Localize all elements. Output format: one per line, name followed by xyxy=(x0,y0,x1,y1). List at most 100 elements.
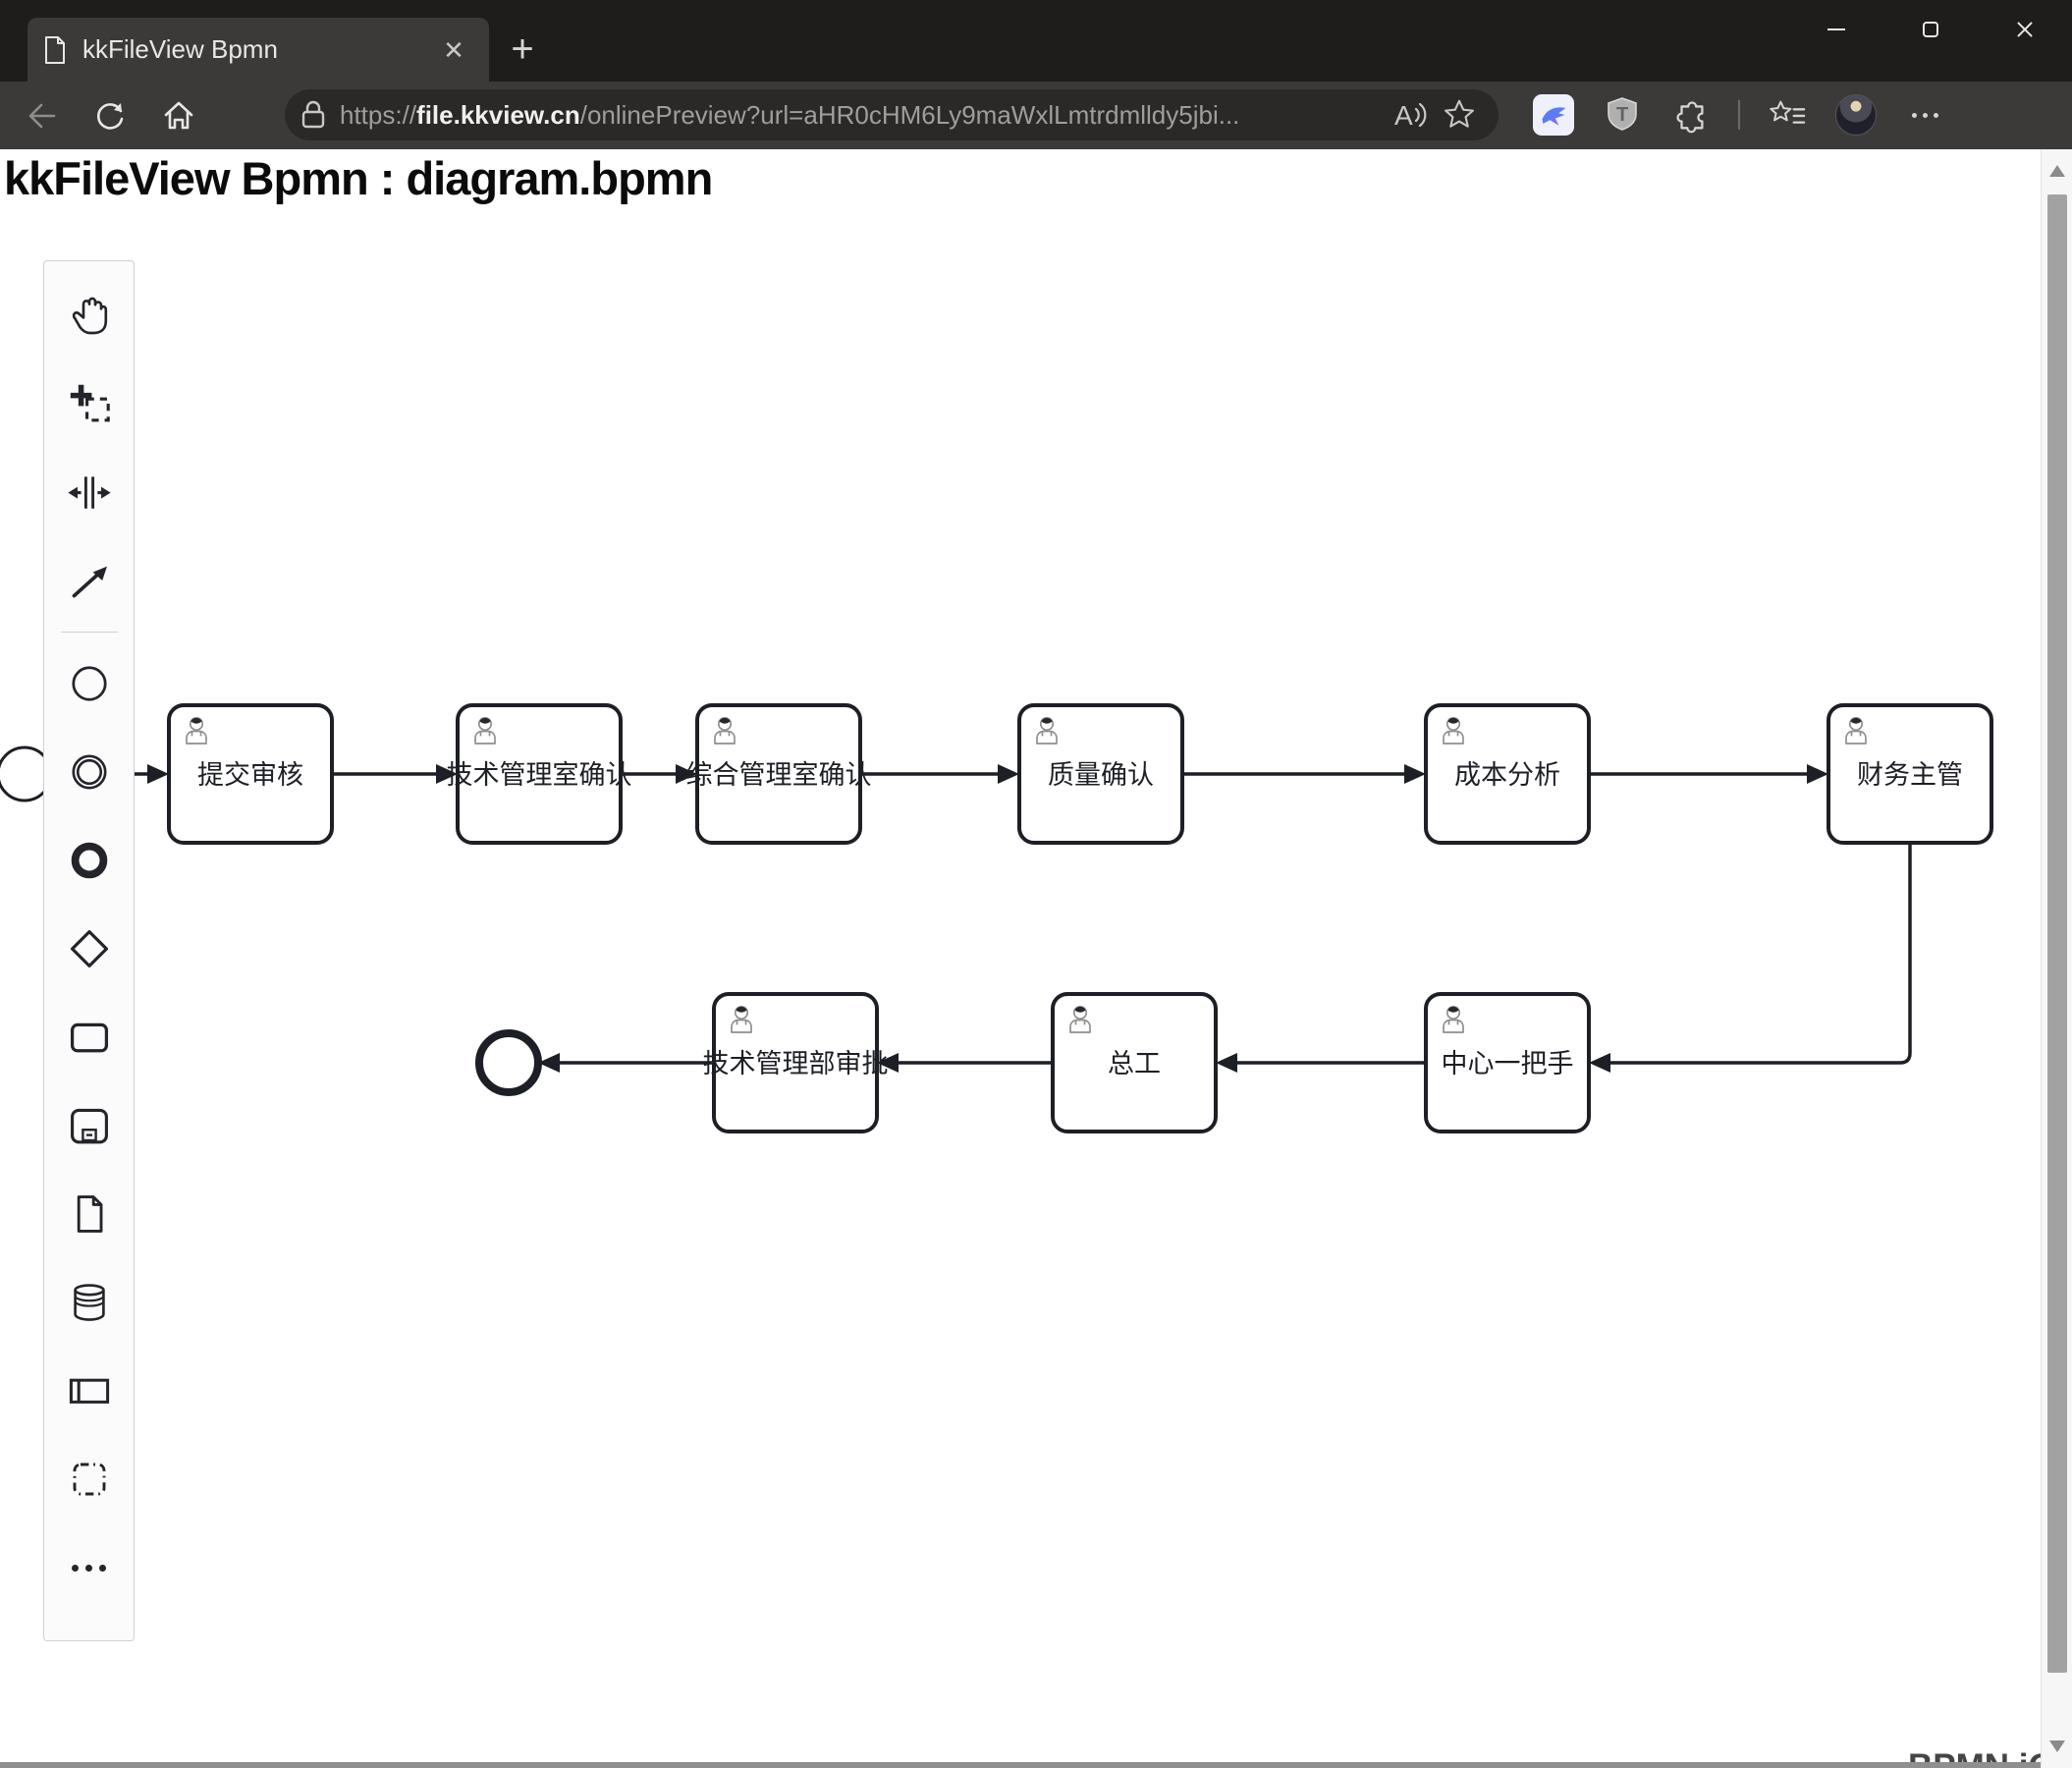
task-finance-director[interactable]: 财务主管 xyxy=(1827,703,1993,845)
hand-tool[interactable] xyxy=(50,271,129,359)
intermediate-event-icon xyxy=(71,754,107,790)
start-event-icon xyxy=(71,666,107,701)
more-options[interactable] xyxy=(50,1523,129,1612)
task-label: 提交审核 xyxy=(197,760,303,790)
tab-title: kkFileView Bpmn xyxy=(82,34,278,64)
close-icon xyxy=(2016,21,2034,38)
task-chief-engineer[interactable]: 总工 xyxy=(1051,992,1218,1133)
data-store-icon xyxy=(73,1284,105,1321)
bpmn-canvas[interactable]: 提交审核 技术管理室确认 综合管理室确认 质量确认 成本分析 财务主管 中心一把… xyxy=(0,149,2072,1768)
lasso-icon xyxy=(70,384,110,422)
connect-arrow-icon xyxy=(72,566,107,598)
ellipsis-icon xyxy=(72,1564,106,1572)
create-gateway[interactable] xyxy=(50,905,129,993)
window-close-button[interactable] xyxy=(1978,0,2072,59)
lasso-tool[interactable] xyxy=(50,359,129,448)
shield-icon: T xyxy=(1608,97,1637,131)
toolbar-separator xyxy=(1738,100,1740,130)
palette-divider xyxy=(60,632,118,633)
window-controls xyxy=(1789,0,2072,59)
tab-close-button[interactable]: ✕ xyxy=(434,30,473,70)
task-label: 财务主管 xyxy=(1857,760,1963,790)
task-cost-analysis[interactable]: 成本分析 xyxy=(1424,703,1591,845)
create-start-event[interactable] xyxy=(50,639,129,728)
task-tech-office-confirm[interactable]: 技术管理室确认 xyxy=(447,703,632,845)
back-button[interactable] xyxy=(14,90,69,141)
global-connect-tool[interactable] xyxy=(50,536,129,625)
create-data-store[interactable] xyxy=(50,1258,129,1347)
gateway-icon xyxy=(70,929,108,968)
task-label: 总工 xyxy=(1108,1049,1161,1078)
participant-icon xyxy=(69,1378,109,1404)
url-host: file.kkview.cn xyxy=(416,99,580,130)
task-center-leader[interactable]: 中心一把手 xyxy=(1424,992,1591,1133)
create-group[interactable] xyxy=(50,1435,129,1523)
avatar xyxy=(1835,94,1877,136)
ellipsis-icon xyxy=(1911,112,1938,118)
bpmn-palette xyxy=(43,260,135,1641)
url-text[interactable]: https://file.kkview.cn/onlinePreview?url… xyxy=(340,100,1383,131)
task-label: 技术管理部审批 xyxy=(703,1049,889,1078)
script-manager-extension-button[interactable]: T xyxy=(1601,93,1644,137)
task-label: 中心一把手 xyxy=(1442,1049,1574,1078)
read-aloud-button[interactable]: A xyxy=(1383,93,1434,137)
end-event[interactable] xyxy=(475,1029,542,1096)
refresh-icon xyxy=(97,102,124,130)
sequence-flow[interactable] xyxy=(1607,844,1912,1065)
favorite-button[interactable] xyxy=(1434,93,1485,137)
task-general-office-confirm[interactable]: 综合管理室确认 xyxy=(686,703,872,845)
home-icon xyxy=(164,101,193,129)
horizontal-scrollbar[interactable] xyxy=(0,1762,2041,1768)
space-tool[interactable] xyxy=(50,448,129,536)
vertical-scrollbar[interactable] xyxy=(2041,149,2072,1768)
browser-titlebar: kkFileView Bpmn ✕ + xyxy=(0,0,2072,82)
home-button[interactable] xyxy=(151,90,206,141)
translate-extension-button[interactable] xyxy=(1532,93,1575,137)
read-aloud-icon: A xyxy=(1394,100,1427,131)
bird-icon xyxy=(1533,94,1574,136)
new-tab-button[interactable]: + xyxy=(501,29,544,73)
task-quality-confirm[interactable]: 质量确认 xyxy=(1017,703,1184,845)
create-end-event[interactable] xyxy=(50,816,129,905)
read-aloud-letter: A xyxy=(1394,100,1413,131)
task-label: 综合管理室确认 xyxy=(686,760,872,790)
group-icon xyxy=(73,1463,105,1496)
vertical-scrollbar-thumb[interactable] xyxy=(2047,194,2067,1673)
scroll-up-icon[interactable] xyxy=(2049,165,2065,177)
refresh-button[interactable] xyxy=(82,90,137,141)
create-intermediate-event[interactable] xyxy=(50,728,129,816)
hand-icon xyxy=(72,297,107,335)
window-minimize-button[interactable] xyxy=(1789,0,1883,59)
data-object-icon xyxy=(77,1195,102,1233)
settings-menu-button[interactable] xyxy=(1903,93,1946,137)
favorites-bar-button[interactable] xyxy=(1766,93,1809,137)
create-data-object[interactable] xyxy=(50,1170,129,1258)
browser-tab[interactable]: kkFileView Bpmn ✕ xyxy=(27,18,489,82)
url-scheme: https:// xyxy=(340,99,417,130)
task-label: 成本分析 xyxy=(1454,760,1560,790)
lock-icon xyxy=(301,100,325,129)
browser-toolbar: https://file.kkview.cn/onlinePreview?url… xyxy=(0,82,2072,149)
maximize-icon xyxy=(1923,22,1938,37)
extensions-menu-button[interactable] xyxy=(1669,93,1713,137)
task-submit-review[interactable]: 提交审核 xyxy=(167,703,334,845)
scroll-down-icon[interactable] xyxy=(2049,1740,2065,1752)
window-maximize-button[interactable] xyxy=(1883,0,1978,59)
shield-letter: T xyxy=(1616,104,1628,126)
task-label: 质量确认 xyxy=(1048,760,1154,790)
page-favicon-icon xyxy=(45,35,65,64)
address-bar[interactable]: https://file.kkview.cn/onlinePreview?url… xyxy=(285,89,1499,140)
minimize-icon xyxy=(1827,28,1845,30)
back-arrow-icon xyxy=(28,103,56,128)
create-participant[interactable] xyxy=(50,1347,129,1435)
page-content: kkFileView Bpmn : diagram.bpmn 提交审核 技术管理… xyxy=(0,149,2072,1768)
extensions-area: T xyxy=(1532,87,1946,142)
create-subprocess[interactable] xyxy=(50,1081,129,1170)
star-icon xyxy=(1444,99,1475,128)
end-event-icon xyxy=(71,842,107,879)
profile-button[interactable] xyxy=(1834,93,1878,137)
subprocess-icon xyxy=(70,1108,108,1144)
task-tech-dept-approval[interactable]: 技术管理部审批 xyxy=(703,992,889,1133)
task-label: 技术管理室确认 xyxy=(447,760,632,790)
create-task[interactable] xyxy=(50,993,129,1081)
